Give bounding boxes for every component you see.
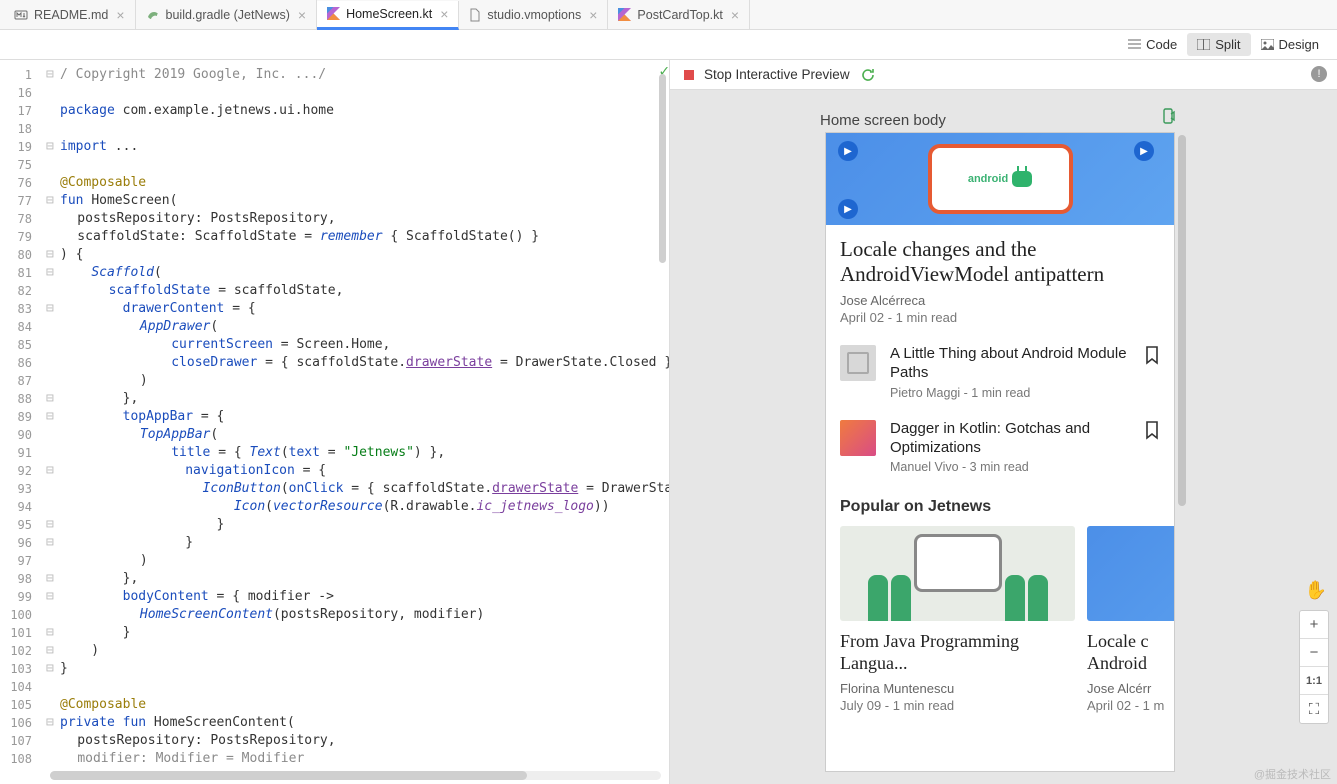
tab-label: PostCardTop.kt [637,8,722,22]
close-icon[interactable]: × [731,7,739,23]
post-title: Dagger in Kotlin: Gotchas and Optimizati… [890,420,1130,458]
split-icon [1197,39,1210,50]
card[interactable]: From Java Programming Langua... Florina … [840,526,1075,712]
bookmark-icon[interactable] [1144,420,1160,445]
zoom-in-button[interactable]: + [1300,611,1328,639]
hero-post[interactable]: Locale changes and the AndroidViewModel … [826,225,1174,335]
hero-post-author: Jose Alcérreca [840,293,1160,308]
gradle-icon [146,8,160,22]
view-mode-design[interactable]: Design [1251,33,1329,56]
kotlin-icon [327,7,340,20]
view-mode-label: Split [1215,37,1240,52]
preview-header: Stop Interactive Preview ! [670,60,1337,90]
code-area[interactable]: ⊟/ Copyright 2019 Google, Inc. .../ pack… [40,60,669,784]
vertical-scrollbar[interactable]: ✓ [657,66,669,770]
zoom-controls: + − 1:1 ⛶ [1299,610,1329,724]
stop-interactive-button[interactable]: Stop Interactive Preview [704,67,850,82]
card-meta: July 09 - 1 min read [840,698,1075,713]
deploy-icon[interactable] [1160,108,1176,129]
zoom-fit-button[interactable]: ⛶ [1300,695,1328,723]
card-image [840,526,1075,621]
refresh-icon[interactable] [860,67,876,83]
file-tabs: README.md × build.gradle (JetNews) × Hom… [0,0,1337,30]
hero-post-title: Locale changes and the AndroidViewModel … [840,237,1160,287]
code-lines-icon [1128,39,1141,50]
card-author: Jose Alcérr [1087,681,1174,696]
tab-label: build.gradle (JetNews) [166,8,290,22]
horizontal-scrollbar[interactable] [50,771,661,780]
post-thumbnail [840,345,876,381]
image-icon [1261,39,1274,50]
pan-hand-icon[interactable]: ✋ [1305,580,1327,601]
bookmark-icon[interactable] [1144,345,1160,370]
markdown-icon [14,8,28,22]
view-mode-split[interactable]: Split [1187,33,1250,56]
card-title: From Java Programming Langua... [840,631,1075,674]
preview-title: Home screen body [820,112,946,129]
view-mode-label: Design [1279,37,1319,52]
hero-image: ▶ ▶ ▶ android [826,133,1174,225]
tab-readme[interactable]: README.md × [4,0,136,29]
card-title: Locale c Android [1087,631,1174,674]
preview-pane: Stop Interactive Preview ! Home screen b… [670,60,1337,784]
tab-label: studio.vmoptions [487,8,581,22]
view-mode-code[interactable]: Code [1118,33,1187,56]
zoom-out-button[interactable]: − [1300,639,1328,667]
close-icon[interactable]: × [589,7,597,23]
card-meta: April 02 - 1 m [1087,698,1174,713]
card-image [1087,526,1174,621]
close-icon[interactable]: × [440,6,448,22]
line-gutter: 1161718197576777879808182838485868788899… [0,60,40,784]
popular-cards[interactable]: From Java Programming Langua... Florina … [826,526,1174,712]
card[interactable]: Locale c Android Jose Alcérr April 02 - … [1087,526,1174,712]
post-meta: Manuel Vivo - 3 min read [890,460,1130,474]
view-mode-toolbar: Code Split Design [0,30,1337,60]
code-editor[interactable]: 1161718197576777879808182838485868788899… [0,60,670,784]
tab-build-gradle[interactable]: build.gradle (JetNews) × [136,0,318,29]
tab-vmoptions[interactable]: studio.vmoptions × [459,0,608,29]
post-row[interactable]: Dagger in Kotlin: Gotchas and Optimizati… [826,410,1174,485]
close-icon[interactable]: × [298,7,306,23]
hero-post-meta: April 02 - 1 min read [840,310,1160,325]
card-author: Florina Muntenescu [840,681,1075,696]
tab-postcardtop[interactable]: PostCardTop.kt × [608,0,750,29]
file-icon [469,8,481,22]
view-mode-label: Code [1146,37,1177,52]
kotlin-icon [618,8,631,21]
tab-homescreen[interactable]: HomeScreen.kt × [317,1,459,30]
zoom-1to1-button[interactable]: 1:1 [1300,667,1328,695]
section-heading: Popular on Jetnews [826,484,1174,526]
warning-badge[interactable]: ! [1311,66,1327,82]
preview-vertical-scrollbar[interactable] [1178,135,1186,754]
post-meta: Pietro Maggi - 1 min read [890,386,1130,400]
watermark-text: @掘金技术社区 [1254,766,1331,782]
stop-icon [684,70,694,80]
tab-label: README.md [34,8,108,22]
tab-label: HomeScreen.kt [346,7,432,21]
post-row[interactable]: A Little Thing about Android Module Path… [826,335,1174,410]
post-thumbnail [840,420,876,456]
device-preview[interactable]: ▶ ▶ ▶ android Locale changes and the And… [825,132,1175,772]
close-icon[interactable]: × [116,7,124,23]
post-title: A Little Thing about Android Module Path… [890,345,1130,383]
